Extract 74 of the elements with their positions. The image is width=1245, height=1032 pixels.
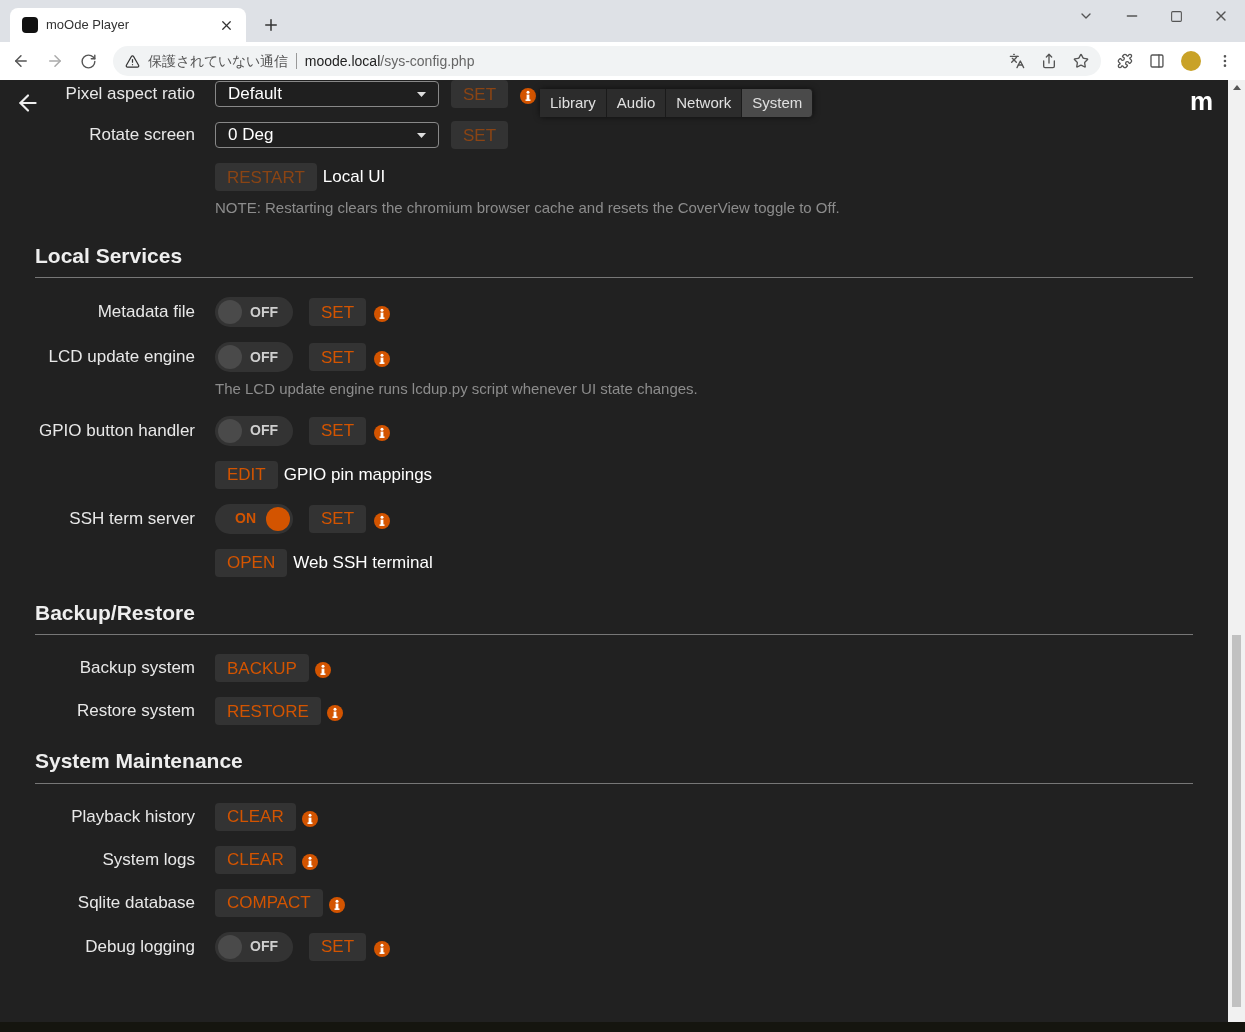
section-heading: System Maintenance <box>35 749 243 772</box>
action-button[interactable]: SET <box>309 932 367 961</box>
translate-icon[interactable] <box>1009 53 1026 69</box>
setting-label: Rotate screen <box>89 125 195 145</box>
nav-tab[interactable]: System <box>742 89 814 117</box>
info-icon[interactable] <box>301 810 318 827</box>
maximize-icon[interactable] <box>1170 9 1183 23</box>
action-button[interactable]: EDIT <box>215 460 278 489</box>
scrollbar-thumb[interactable] <box>1232 635 1241 1007</box>
side-panel-icon[interactable] <box>1149 53 1166 69</box>
setting-label: SSH term server <box>69 508 195 528</box>
action-button[interactable]: BACKUP <box>215 654 309 682</box>
info-icon[interactable] <box>326 705 343 721</box>
setting-label: GPIO button handler <box>39 420 195 440</box>
app-logo: m <box>1189 88 1213 114</box>
action-button[interactable]: COMPACT <box>215 888 323 917</box>
setting-label: LCD update engine <box>48 347 195 367</box>
toggle-switch[interactable]: OFF <box>215 931 293 962</box>
dropdown-select[interactable]: Default <box>215 81 439 107</box>
setting-label: Pixel aspect ratio <box>65 84 195 104</box>
bookmark-star-icon[interactable] <box>1073 53 1090 69</box>
address-bar[interactable]: 保護されていない通信 moode.local/sys-config.php <box>112 46 1102 76</box>
help-note: The LCD update engine runs lcdup.py script whenever UI state changes. <box>215 379 698 399</box>
setting-label: Playback history <box>71 806 195 826</box>
caret-icon <box>417 91 426 97</box>
share-icon[interactable] <box>1041 53 1058 69</box>
action-button[interactable]: RESTORE <box>215 697 321 725</box>
nav-tab[interactable]: Network <box>666 89 743 117</box>
info-icon[interactable] <box>374 306 391 322</box>
info-icon[interactable] <box>374 424 391 441</box>
setting-label: Backup system <box>79 658 195 678</box>
browser-tab[interactable]: moOde Player <box>10 8 246 42</box>
setting-label: System logs <box>102 849 195 869</box>
nav-tab[interactable]: Library <box>540 89 607 117</box>
back-icon[interactable] <box>12 52 30 70</box>
new-tab-icon[interactable] <box>262 16 280 34</box>
info-icon[interactable] <box>328 896 345 913</box>
action-button[interactable]: CLEAR <box>215 802 296 831</box>
toggle-switch[interactable]: OFF <box>215 342 293 372</box>
help-note: NOTE: Restarting clears the chromium browser cache and resets the CoverView toggle to Off. <box>215 198 840 218</box>
nav-tab[interactable]: Audio <box>606 89 667 117</box>
info-icon[interactable] <box>301 853 318 870</box>
toggle-switch[interactable]: OFF <box>215 297 293 327</box>
action-button[interactable]: SET <box>309 416 367 445</box>
favicon-icon <box>22 17 38 33</box>
setting-label: Metadata file <box>97 302 195 322</box>
security-status[interactable]: 保護されていない通信 <box>147 50 288 72</box>
scroll-up-icon[interactable] <box>1232 85 1241 90</box>
info-icon[interactable] <box>520 88 537 104</box>
action-description: Local UI <box>322 166 386 189</box>
reload-icon[interactable] <box>79 52 97 70</box>
warning-icon <box>124 53 140 69</box>
action-button[interactable]: SET <box>309 343 367 371</box>
info-icon[interactable] <box>374 512 391 529</box>
action-description: Web SSH terminal <box>293 551 433 574</box>
toggle-switch[interactable]: OFF <box>215 415 293 446</box>
url-text: moode.local/sys-config.php <box>304 51 475 71</box>
dropdown-select[interactable]: 0 Deg <box>215 122 439 148</box>
action-description: GPIO pin mappings <box>283 463 433 486</box>
section-heading: Local Services <box>35 243 183 267</box>
action-button[interactable]: SET <box>309 298 367 326</box>
info-icon[interactable] <box>314 662 331 678</box>
caret-icon <box>417 132 426 138</box>
toggle-switch[interactable]: ON <box>215 503 293 534</box>
action-button[interactable]: CLEAR <box>215 845 296 874</box>
action-button[interactable]: SET <box>309 504 367 533</box>
setting-label: Debug logging <box>85 936 195 956</box>
setting-label: Sqlite database <box>77 892 195 912</box>
info-icon[interactable] <box>374 940 391 957</box>
section-heading: Backup/Restore <box>35 600 195 624</box>
extensions-icon[interactable] <box>1117 53 1134 69</box>
setting-label: Restore system <box>76 701 195 721</box>
action-button[interactable]: OPEN <box>215 548 288 577</box>
info-icon[interactable] <box>374 351 391 367</box>
